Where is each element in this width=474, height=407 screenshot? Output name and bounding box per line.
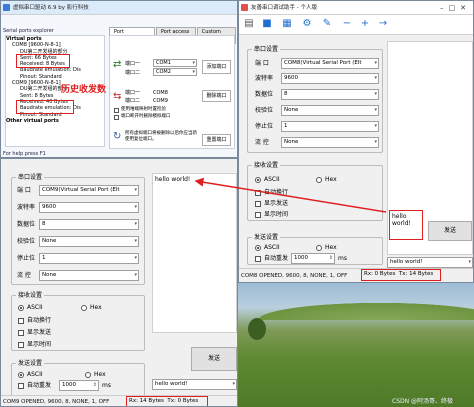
- annotation-arrow: [194, 177, 387, 213]
